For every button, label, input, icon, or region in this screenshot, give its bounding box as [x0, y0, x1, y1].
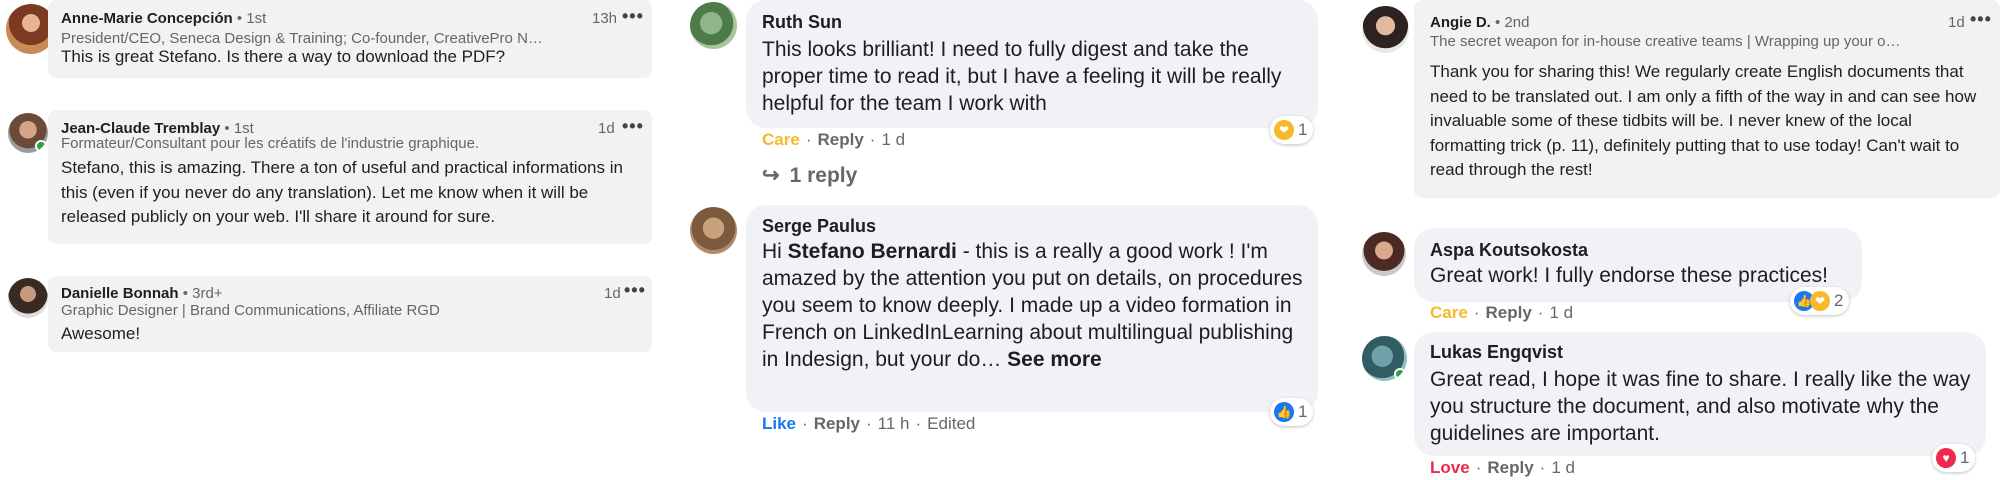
like-action[interactable]: Like: [762, 414, 796, 433]
reaction-count[interactable]: 👍 ❤ 2: [1790, 287, 1850, 315]
comment-time: 1 d: [1551, 458, 1575, 477]
care-action[interactable]: Care: [1430, 303, 1468, 322]
comment-text: Hi Stefano Bernardi - this is a really a…: [762, 238, 1307, 373]
commenter-name[interactable]: Aspa Koutsokosta: [1430, 240, 1588, 261]
commenter-name-text[interactable]: Angie D.: [1430, 14, 1491, 31]
commenter-name[interactable]: Lukas Engqvist: [1430, 342, 1563, 363]
avatar[interactable]: [8, 113, 48, 153]
reaction-count-number: 2: [1834, 291, 1844, 310]
commenter-headline: Formateur/Consultant pour les créatifs d…: [61, 135, 480, 152]
mention-link[interactable]: Stefano Bernardi: [788, 240, 957, 263]
online-status-icon: [1394, 368, 1406, 380]
comment-actions: Like · Reply · 11 h · Edited: [762, 414, 976, 433]
comment-text: Great read, I hope it was fine to share.…: [1430, 368, 1971, 445]
commenter-headline: The secret weapon for in-house creative …: [1430, 33, 1901, 50]
avatar[interactable]: [1362, 232, 1406, 276]
connection-degree: • 2nd: [1495, 14, 1530, 31]
connection-degree: • 3rd+: [182, 285, 223, 302]
comment-time: 11 h: [877, 414, 910, 433]
edited-label: Edited: [927, 414, 976, 433]
comment-text-start: Hi: [762, 240, 788, 263]
comment-text: This looks brilliant! I need to fully di…: [762, 38, 1282, 115]
comment-time: 1 d: [1549, 303, 1574, 322]
comment-time: 1d: [604, 285, 621, 302]
see-more-link[interactable]: See more: [1007, 348, 1102, 371]
reaction-count-number: 1: [1298, 120, 1308, 139]
comment-actions: Care · Reply · 1 d: [1430, 303, 1574, 322]
connection-degree: • 1st: [236, 10, 267, 27]
more-options-icon[interactable]: •••: [1970, 9, 1992, 30]
more-options-icon[interactable]: •••: [622, 116, 644, 137]
commenter-headline: Graphic Designer | Brand Communications,…: [61, 302, 440, 319]
comment-actions: Care · Reply · 1 d: [762, 130, 906, 149]
more-options-icon[interactable]: •••: [622, 6, 644, 27]
comment-text: Thank you for sharing this! We regularly…: [1430, 62, 1977, 179]
comment-time: 1 d: [881, 130, 906, 149]
view-replies-label: 1 reply: [789, 164, 858, 187]
reply-button[interactable]: Reply: [814, 414, 860, 433]
love-reaction-icon: ♥: [1936, 448, 1956, 468]
reaction-count-number: 1: [1298, 402, 1308, 421]
comment-text: This is great Stefano. Is there a way to…: [61, 47, 506, 66]
online-status-icon: [35, 140, 47, 152]
commenter-name[interactable]: Ruth Sun: [762, 12, 842, 33]
comment-time: 1d: [1948, 14, 1965, 31]
commenter-name-text[interactable]: Danielle Bonnah: [61, 285, 179, 302]
avatar[interactable]: [8, 278, 48, 318]
love-action[interactable]: Love: [1430, 458, 1470, 477]
reaction-count[interactable]: 👍 1: [1270, 398, 1314, 426]
commenter-name[interactable]: Danielle Bonnah • 3rd+: [61, 285, 223, 302]
view-replies-link[interactable]: ↪ 1 reply: [762, 163, 857, 188]
commenter-name[interactable]: Angie D. • 2nd: [1430, 14, 1529, 31]
comment-text: Great work! I fully endorse these practi…: [1430, 264, 1829, 287]
reply-button[interactable]: Reply: [817, 130, 863, 149]
more-options-icon[interactable]: •••: [624, 280, 646, 301]
commenter-name-text[interactable]: Anne-Marie Concepción: [61, 10, 233, 27]
reply-button[interactable]: Reply: [1485, 303, 1531, 322]
reply-button[interactable]: Reply: [1487, 458, 1533, 477]
reaction-count[interactable]: ♥ 1: [1932, 444, 1976, 472]
comment-actions: Love · Reply · 1 d: [1430, 458, 1575, 477]
commenter-name[interactable]: Anne-Marie Concepción • 1st: [61, 10, 266, 27]
avatar[interactable]: [1362, 336, 1407, 381]
avatar[interactable]: [1362, 6, 1409, 53]
commenter-name[interactable]: Serge Paulus: [762, 216, 876, 237]
avatar[interactable]: [690, 207, 737, 254]
reaction-count-number: 1: [1960, 448, 1970, 467]
care-action[interactable]: Care: [762, 130, 800, 149]
reaction-count[interactable]: ❤ 1: [1270, 116, 1314, 144]
like-reaction-icon: 👍: [1274, 402, 1294, 422]
avatar[interactable]: [690, 2, 737, 49]
comment-text: Awesome!: [61, 324, 141, 343]
comment-time: 13h: [592, 10, 618, 27]
reply-arrow-icon: ↪: [762, 164, 780, 187]
care-reaction-icon: ❤: [1274, 120, 1294, 140]
care-reaction-icon: ❤: [1810, 291, 1830, 311]
comment-text: Stefano, this is amazing. There a ton of…: [61, 158, 623, 226]
